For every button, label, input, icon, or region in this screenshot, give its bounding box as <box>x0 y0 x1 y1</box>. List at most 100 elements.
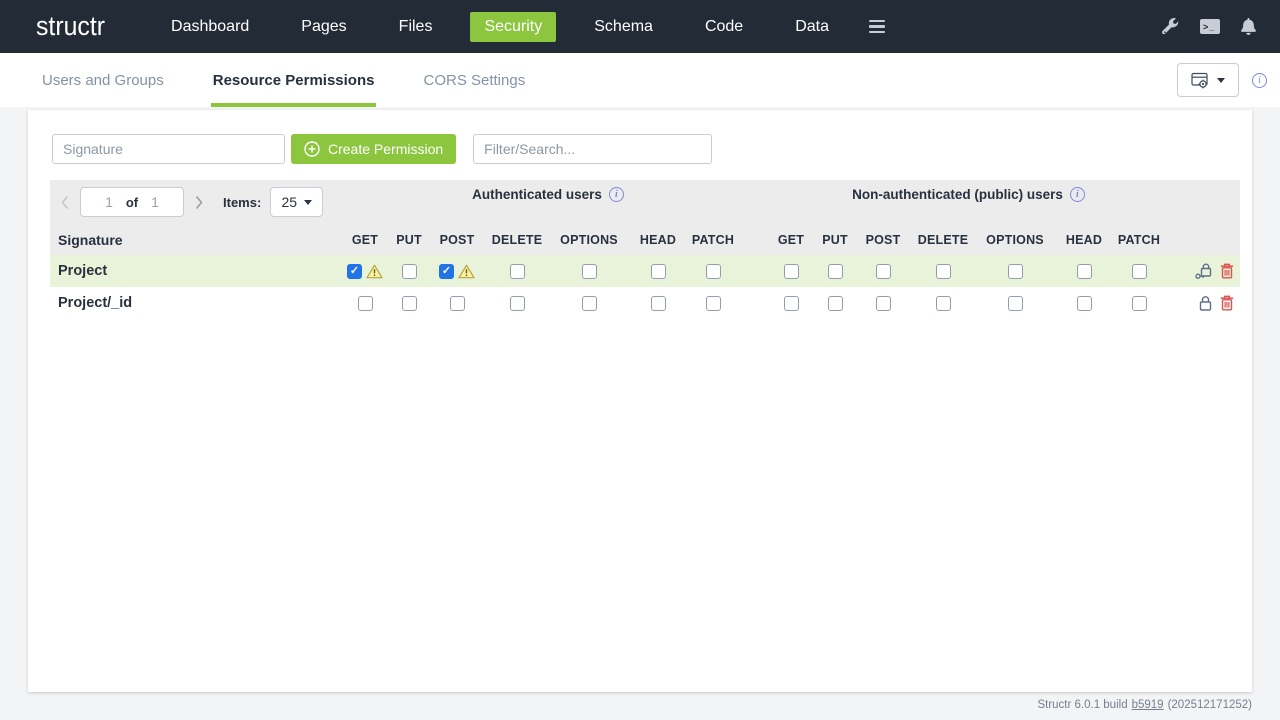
auth-get-cell <box>342 296 388 311</box>
auth-post-checkbox[interactable] <box>439 264 454 279</box>
nav-item-security[interactable]: Security <box>470 12 556 42</box>
create-permission-toolbar: Create Permission <box>52 134 712 164</box>
public-users-label: Non-authenticated (public) users <box>852 187 1063 202</box>
public-users-group-header: Non-authenticated (public) users <box>766 187 1171 202</box>
auth-patch-cell <box>688 264 738 279</box>
auth-options-checkbox[interactable] <box>582 296 597 311</box>
view-config-button[interactable] <box>1177 63 1239 97</box>
warning-icon <box>458 264 475 279</box>
auth-patch-cell <box>688 296 738 311</box>
page-number-box[interactable]: 1 of 1 <box>80 187 184 217</box>
signature-input[interactable] <box>52 134 285 164</box>
row-signature: Project <box>50 263 342 279</box>
public-delete-checkbox[interactable] <box>936 296 951 311</box>
public-options-checkbox[interactable] <box>1008 296 1023 311</box>
signature-column-header: Signature <box>50 232 342 248</box>
public-put-cell <box>814 264 856 279</box>
public-get-checkbox[interactable] <box>784 264 799 279</box>
create-permission-label: Create Permission <box>328 141 443 157</box>
auth-get-checkbox[interactable] <box>358 296 373 311</box>
public-delete-cell <box>910 296 976 311</box>
chevron-right-icon <box>194 194 204 211</box>
filter-search-input[interactable] <box>473 134 712 164</box>
column-header-auth-options: OPTIONS <box>550 233 628 247</box>
bell-icon[interactable] <box>1241 18 1256 35</box>
auth-post-checkbox[interactable] <box>450 296 465 311</box>
trash-icon[interactable] <box>1220 263 1234 279</box>
nav-item-schema[interactable]: Schema <box>580 12 667 42</box>
lock-icon[interactable] <box>1198 295 1213 312</box>
public-head-checkbox[interactable] <box>1077 296 1092 311</box>
public-post-checkbox[interactable] <box>876 264 891 279</box>
auth-patch-checkbox[interactable] <box>706 296 721 311</box>
public-get-cell <box>768 264 814 279</box>
public-head-cell <box>1054 264 1114 279</box>
auth-post-cell <box>430 296 484 311</box>
public-put-checkbox[interactable] <box>828 296 843 311</box>
auth-put-checkbox[interactable] <box>402 264 417 279</box>
pagination-controls: 1 of 1 Items: 25 <box>58 187 323 217</box>
public-post-checkbox[interactable] <box>876 296 891 311</box>
info-icon[interactable] <box>1070 187 1085 202</box>
auth-delete-checkbox[interactable] <box>510 264 525 279</box>
auth-get-checkbox[interactable] <box>347 264 362 279</box>
public-options-cell <box>976 296 1054 311</box>
public-put-checkbox[interactable] <box>828 264 843 279</box>
build-link[interactable]: b5919 <box>1132 699 1164 711</box>
page-size-select[interactable]: 25 <box>270 187 323 217</box>
table-header-band: 1 of 1 Items: 25 Authenticated users Non… <box>50 180 1240 255</box>
column-header-public-options: OPTIONS <box>976 233 1054 247</box>
auth-delete-cell <box>484 296 550 311</box>
terminal-icon[interactable] <box>1200 19 1220 34</box>
chevron-down-icon <box>1217 78 1225 83</box>
column-header-auth-delete: DELETE <box>484 233 550 247</box>
info-icon[interactable] <box>609 187 624 202</box>
nav-item-data[interactable]: Data <box>781 12 843 42</box>
auth-options-checkbox[interactable] <box>582 264 597 279</box>
auth-put-checkbox[interactable] <box>402 296 417 311</box>
public-patch-checkbox[interactable] <box>1132 296 1147 311</box>
auth-options-cell <box>550 264 628 279</box>
auth-head-checkbox[interactable] <box>651 296 666 311</box>
column-header-auth-head: HEAD <box>628 233 688 247</box>
auth-patch-checkbox[interactable] <box>706 264 721 279</box>
tab-resource-permissions[interactable]: Resource Permissions <box>211 53 377 107</box>
authenticated-users-group-header: Authenticated users <box>348 187 748 202</box>
current-page[interactable]: 1 <box>105 194 113 210</box>
auth-head-cell <box>628 264 688 279</box>
tab-cors-settings[interactable]: CORS Settings <box>421 53 527 107</box>
public-get-checkbox[interactable] <box>784 296 799 311</box>
column-header-public-get: GET <box>768 233 814 247</box>
nav-item-dashboard[interactable]: Dashboard <box>157 12 263 42</box>
public-put-cell <box>814 296 856 311</box>
lock-key-icon[interactable] <box>1195 263 1213 280</box>
hamburger-icon[interactable] <box>869 20 885 34</box>
public-patch-checkbox[interactable] <box>1132 264 1147 279</box>
auth-delete-checkbox[interactable] <box>510 296 525 311</box>
column-header-auth-patch: PATCH <box>688 233 738 247</box>
public-post-cell <box>856 296 910 311</box>
previous-page-button[interactable] <box>58 192 72 213</box>
next-page-button[interactable] <box>192 192 206 213</box>
auth-head-cell <box>628 296 688 311</box>
row-signature: Project/_id <box>50 295 342 311</box>
footer-suffix: (202512171252) <box>1168 699 1252 711</box>
public-delete-checkbox[interactable] <box>936 264 951 279</box>
chevron-down-icon <box>304 200 312 205</box>
nav-item-pages[interactable]: Pages <box>287 12 360 42</box>
wrench-icon[interactable] <box>1162 18 1179 35</box>
info-icon[interactable] <box>1252 73 1267 88</box>
public-options-checkbox[interactable] <box>1008 264 1023 279</box>
auth-post-cell <box>430 264 484 279</box>
public-delete-cell <box>910 264 976 279</box>
auth-head-checkbox[interactable] <box>651 264 666 279</box>
structr-logo: structr <box>36 11 105 42</box>
create-permission-button[interactable]: Create Permission <box>291 134 456 164</box>
resource-permissions-panel: Create Permission 1 of 1 Items: 25 <box>28 110 1252 692</box>
public-head-checkbox[interactable] <box>1077 264 1092 279</box>
trash-icon[interactable] <box>1220 295 1234 311</box>
nav-item-code[interactable]: Code <box>691 12 757 42</box>
nav-item-files[interactable]: Files <box>385 12 447 42</box>
tab-users-and-groups[interactable]: Users and Groups <box>40 53 166 107</box>
column-header-public-head: HEAD <box>1054 233 1114 247</box>
